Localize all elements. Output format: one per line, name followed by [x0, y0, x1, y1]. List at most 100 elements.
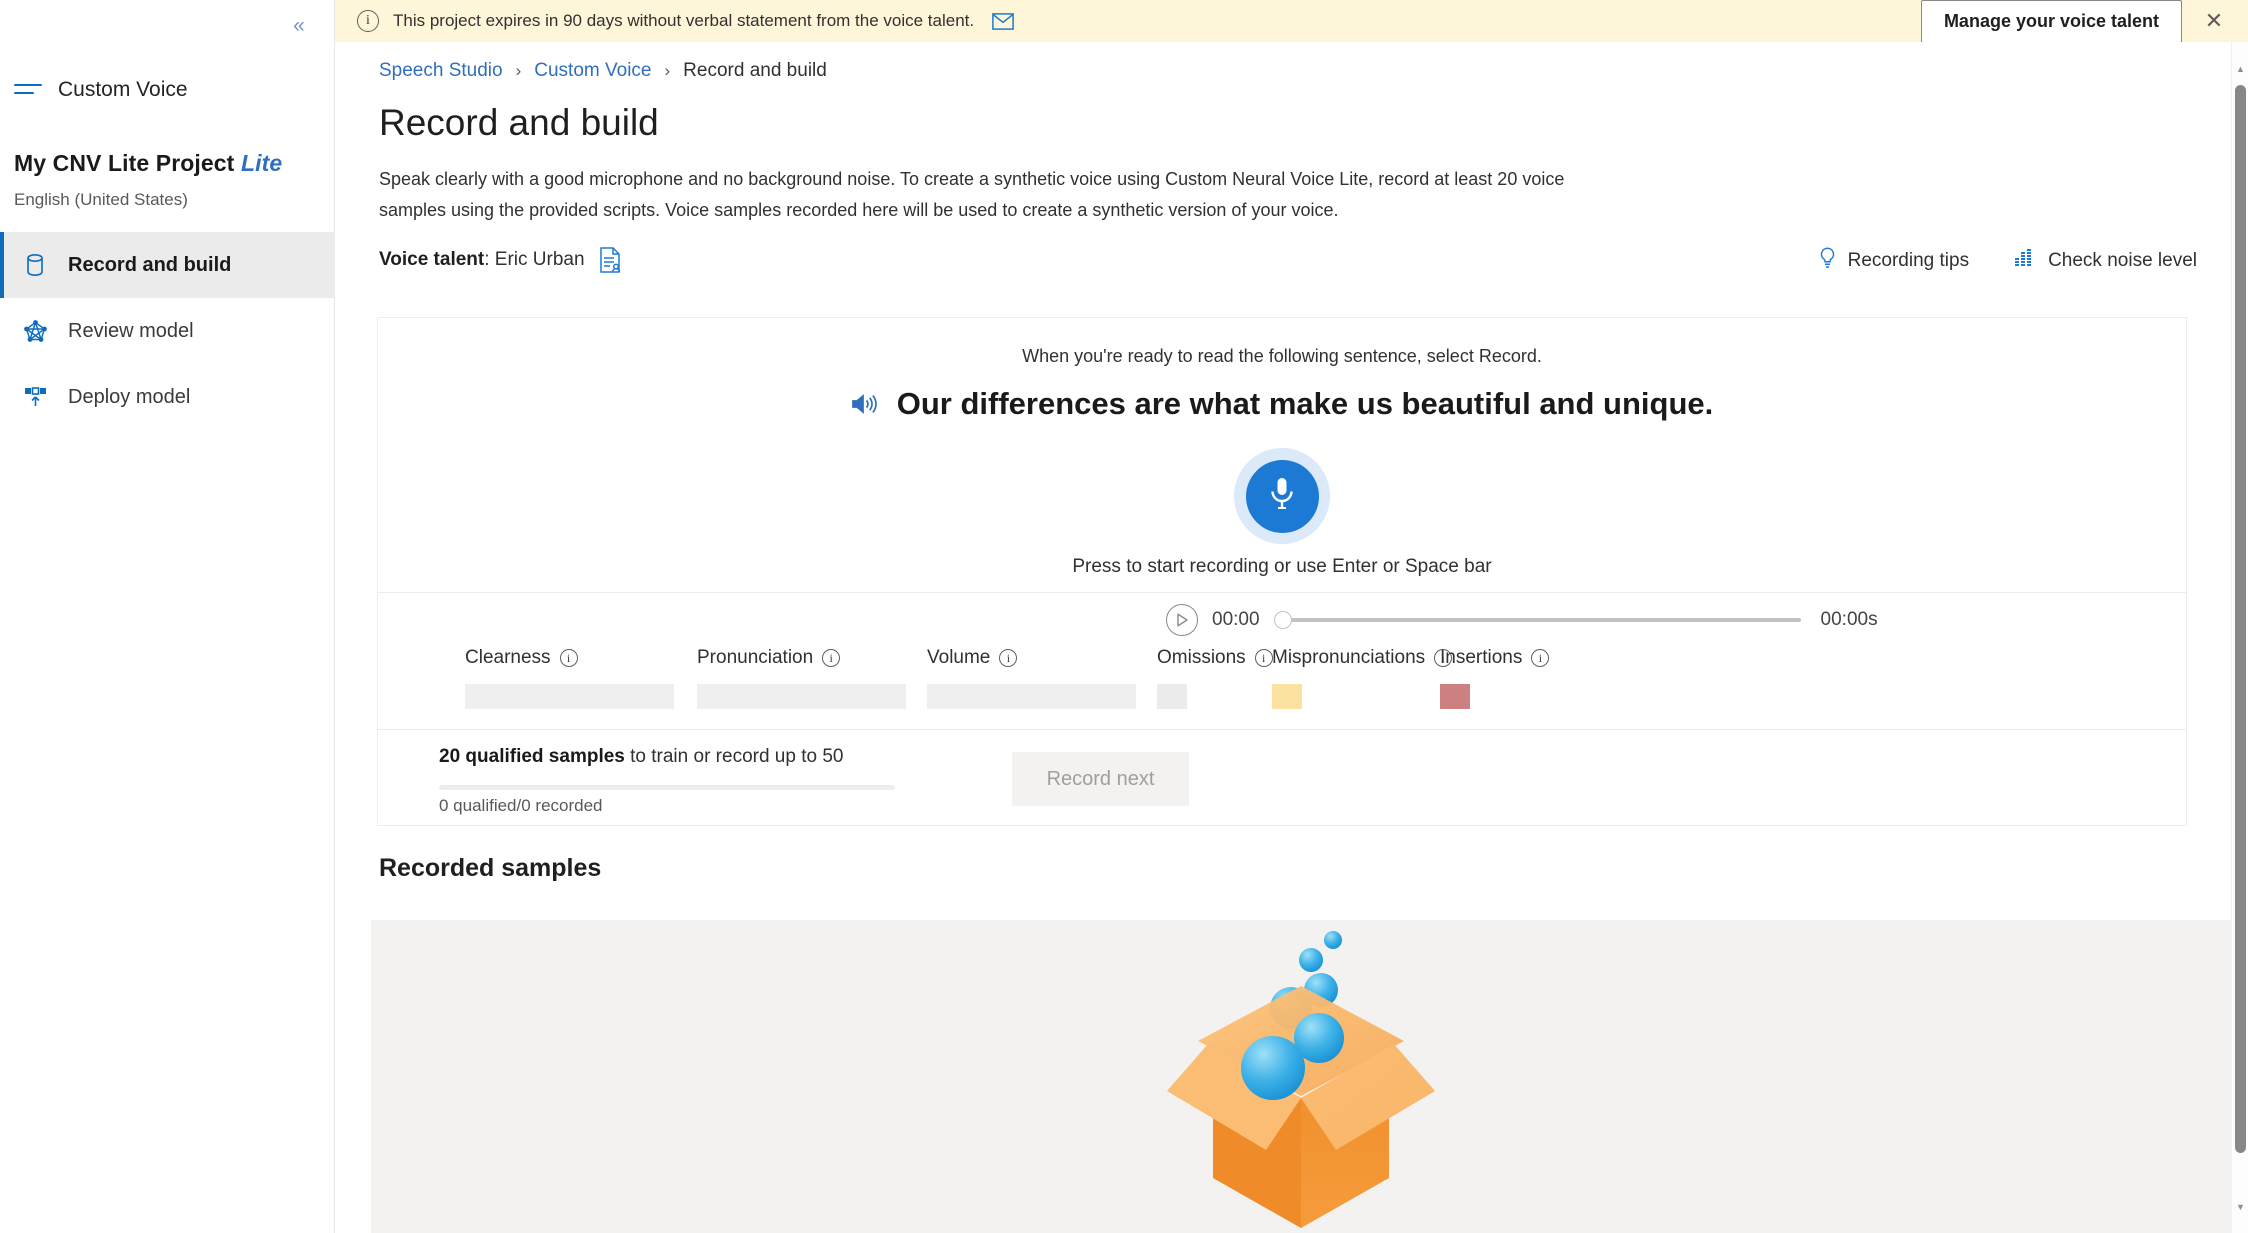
breadcrumb-item-current: Record and build	[683, 60, 827, 81]
microphone-icon	[1267, 475, 1297, 518]
page-scrollbar[interactable]: ▲ ▼	[2231, 42, 2248, 1233]
info-icon[interactable]: i	[999, 649, 1018, 667]
scroll-down-arrow-icon[interactable]: ▼	[2232, 1198, 2248, 1215]
sidebar-service-header[interactable]: Custom Voice	[0, 72, 188, 108]
samples-count-rest: to train or record up to 50	[624, 746, 844, 767]
voice-talent-row: Voice talent: Eric Urban	[379, 247, 621, 273]
open-box-with-bubbles-illustration	[1161, 928, 1441, 1233]
samples-progress-bar	[439, 785, 895, 790]
recording-tips-link[interactable]: Recording tips	[1819, 247, 1969, 275]
database-icon	[22, 252, 48, 278]
info-icon[interactable]: i	[1531, 649, 1550, 667]
metric-bar	[697, 684, 906, 709]
action-label: Recording tips	[1847, 250, 1970, 271]
sidebar-item-label: Deploy model	[68, 385, 191, 408]
sidebar-item-record-and-build[interactable]: Record and build	[0, 232, 335, 298]
metric-bar	[1157, 684, 1187, 709]
metric-pronunciation: Pronunciation i	[697, 647, 906, 709]
record-button-inner	[1245, 459, 1319, 533]
recorded-samples-title: Recorded samples	[379, 854, 602, 882]
samples-summary: 20 qualified samples to train or record …	[377, 730, 2187, 826]
sidebar: « Custom Voice My CNV Lite Project Lite …	[0, 0, 335, 1233]
scroll-up-arrow-icon[interactable]: ▲	[2232, 60, 2248, 77]
project-tier-badge: Lite	[240, 150, 283, 176]
seek-track	[1283, 618, 1801, 622]
ready-instruction: When you're ready to read the following …	[1022, 346, 1542, 366]
mail-icon[interactable]	[992, 12, 1014, 30]
metric-volume: Volume i	[927, 647, 1136, 709]
metric-label-text: Volume	[927, 647, 991, 668]
record-button[interactable]	[1234, 448, 1330, 544]
metric-bar	[927, 684, 1136, 709]
service-title: Custom Voice	[58, 78, 188, 101]
metric-bar	[1272, 684, 1302, 709]
metric-bar	[1440, 684, 1470, 709]
voice-talent-label-text: Voice talent	[379, 249, 485, 270]
close-icon[interactable]: ✕	[2194, 1, 2234, 41]
metric-omissions: Omissions i	[1157, 647, 1273, 709]
voice-talent-separator: :	[484, 249, 495, 270]
metric-bar	[465, 684, 674, 709]
sidebar-item-label: Record and build	[68, 253, 232, 276]
audio-player: 00:00 00:00s	[377, 593, 2187, 647]
recorded-samples-empty-state	[371, 920, 2231, 1233]
info-icon[interactable]: i	[822, 649, 841, 667]
metric-label-text: Pronunciation	[697, 647, 814, 668]
breadcrumb-item-custom-voice[interactable]: Custom Voice	[534, 60, 651, 82]
metric-label-text: Omissions	[1157, 647, 1246, 668]
voice-talent-name: Eric Urban	[494, 249, 585, 270]
sentence-row: Our differences are what make us beautif…	[378, 386, 2186, 422]
info-icon[interactable]: i	[1254, 649, 1273, 667]
model-graph-icon	[22, 318, 48, 344]
seek-thumb[interactable]	[1273, 611, 1292, 629]
quality-metrics: Clearness i Pronunciation i Volume i Omi…	[377, 647, 2187, 730]
manage-voice-talent-button[interactable]: Manage your voice talent	[1920, 0, 2182, 43]
sidebar-item-review-model[interactable]: Review model	[0, 298, 335, 364]
expiry-notification-bar: i This project expires in 90 days withou…	[335, 0, 2248, 43]
breadcrumb-separator: ›	[515, 61, 522, 80]
scrollbar-thumb[interactable]	[2235, 85, 2246, 1153]
speaker-sound-icon[interactable]	[851, 392, 877, 416]
chevron-double-left-icon: «	[293, 13, 305, 37]
metric-mispronunciations: Mispronunciations i	[1272, 647, 1453, 709]
lightbulb-icon	[1819, 247, 1836, 275]
sidebar-nav: Record and build Review model Deploy mod…	[0, 232, 335, 430]
project-name: My CNV Lite Project Lite	[14, 150, 282, 177]
info-circle-icon: i	[357, 10, 379, 32]
metric-label-text: Insertions	[1440, 647, 1523, 668]
document-person-icon[interactable]	[599, 247, 621, 273]
samples-count-bold: 20 qualified samples	[439, 746, 625, 767]
project-name-text: My CNV Lite Project	[14, 150, 235, 176]
play-circle-icon[interactable]	[1166, 604, 1198, 636]
check-noise-level-link[interactable]: Check noise level	[2015, 248, 2197, 274]
audio-levels-icon	[2015, 248, 2036, 274]
current-time: 00:00	[1212, 609, 1260, 630]
breadcrumb-item-speech-studio[interactable]: Speech Studio	[379, 60, 503, 82]
sentence-text: Our differences are what make us beautif…	[896, 386, 1714, 421]
page-title: Record and build	[379, 102, 659, 143]
total-time: 00:00s	[1820, 609, 1878, 630]
sidebar-item-label: Review model	[68, 319, 194, 342]
record-card: When you're ready to read the following …	[377, 317, 2187, 593]
breadcrumb-separator: ›	[664, 61, 671, 80]
metric-label-text: Mispronunciations	[1272, 647, 1426, 668]
seek-slider[interactable]	[1273, 610, 1801, 630]
hamburger-menu-icon[interactable]	[14, 81, 42, 99]
action-label: Check noise level	[2048, 250, 2197, 271]
press-instruction: Press to start recording or use Enter or…	[1072, 556, 1492, 577]
top-actions: Recording tips Check noise level	[1819, 247, 2197, 275]
notification-message: This project expires in 90 days without …	[393, 11, 975, 30]
project-locale: English (United States)	[14, 190, 188, 209]
metric-label-text: Clearness	[465, 647, 551, 668]
sidebar-item-deploy-model[interactable]: Deploy model	[0, 364, 335, 430]
voice-talent-label: Voice talent: Eric Urban	[379, 249, 585, 271]
info-icon[interactable]: i	[559, 649, 578, 667]
breadcrumb: Speech Studio › Custom Voice › Record an…	[379, 60, 827, 82]
sidebar-collapse-button[interactable]: «	[282, 8, 316, 42]
record-next-button[interactable]: Record next	[1012, 752, 1189, 806]
samples-count-text: 20 qualified samples to train or record …	[439, 746, 843, 768]
main-content: Speech Studio › Custom Voice › Record an…	[335, 42, 2231, 1233]
deploy-upload-icon	[22, 384, 48, 410]
metric-clearness: Clearness i	[465, 647, 674, 709]
page-description: Speak clearly with a good microphone and…	[379, 169, 1565, 220]
